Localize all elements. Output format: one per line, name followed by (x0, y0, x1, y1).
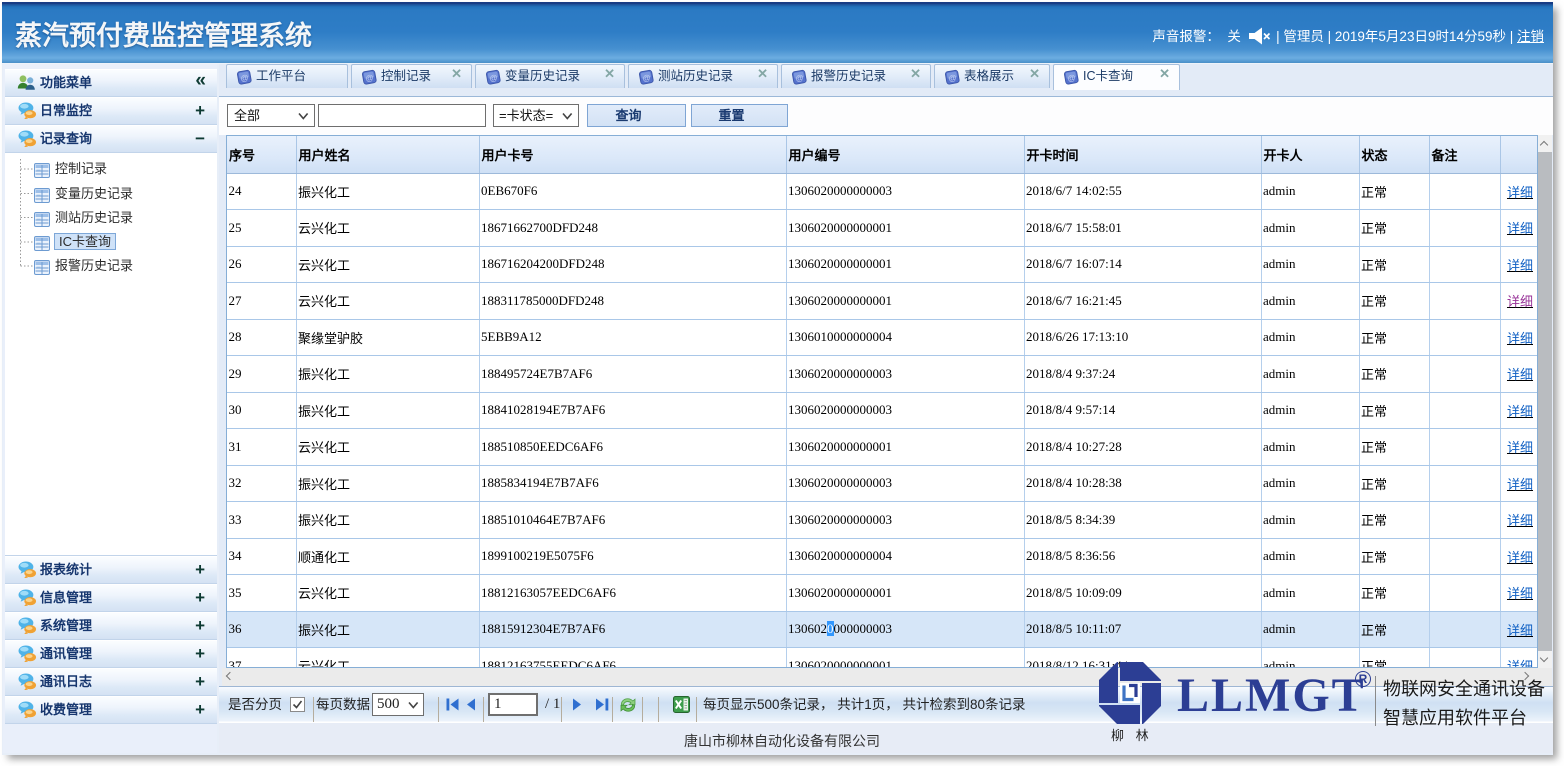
svg-text:@: @ (365, 73, 375, 83)
svg-text:@: @ (795, 73, 805, 83)
svg-text:@: @ (489, 73, 499, 83)
svg-text:@: @ (642, 73, 652, 83)
svg-text:@: @ (1067, 73, 1077, 83)
svg-text:@: @ (948, 73, 958, 83)
svg-text:@: @ (240, 73, 250, 83)
